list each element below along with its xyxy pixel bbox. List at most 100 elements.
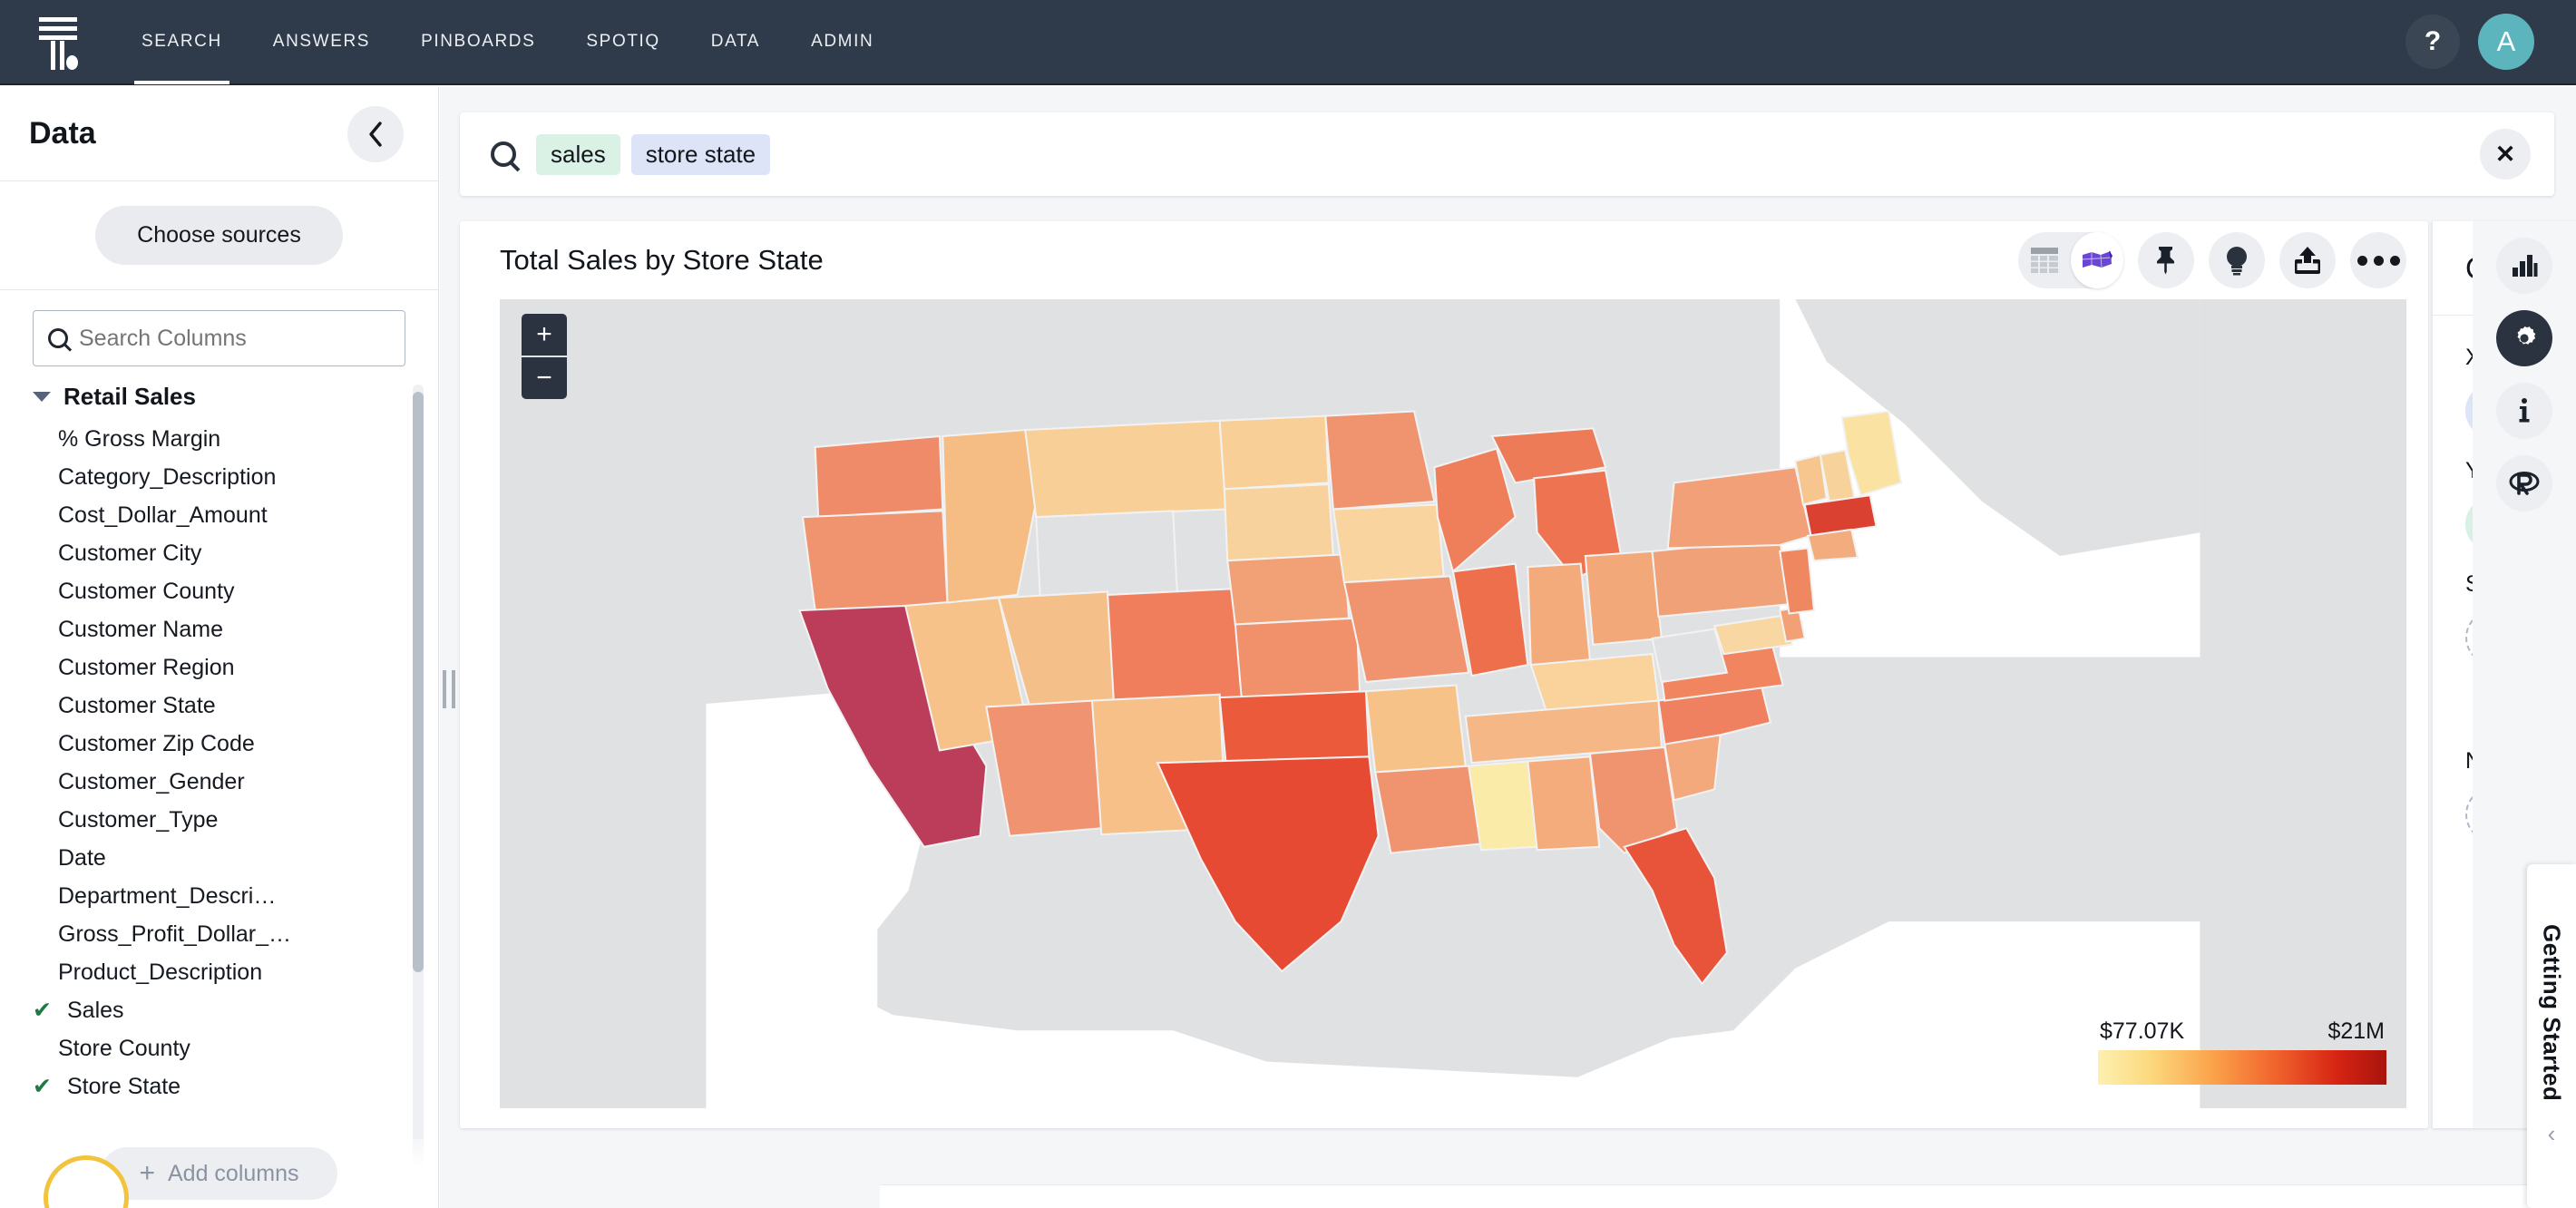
column-item[interactable]: Customer State — [33, 687, 438, 725]
chart-settings-icon[interactable] — [2496, 238, 2552, 294]
app-logo[interactable] — [0, 0, 116, 84]
column-item[interactable]: Date — [33, 839, 438, 877]
data-sidebar: Data Choose sources Retail Sales % Gross… — [0, 87, 439, 1208]
column-item[interactable]: Customer Name — [33, 610, 438, 648]
nav-tab-spotiq[interactable]: SPOTIQ — [561, 0, 685, 84]
nav-right-group: ? A — [2405, 14, 2576, 70]
state-south-dakota — [1225, 484, 1333, 560]
us-states-map-svg — [500, 299, 2406, 1108]
column-item-label: Customer County — [58, 579, 235, 605]
column-item[interactable]: Customer Region — [33, 648, 438, 687]
search-columns-wrapper[interactable] — [33, 310, 405, 366]
state-minnesota — [1325, 412, 1434, 510]
choose-sources-button[interactable]: Choose sources — [95, 206, 343, 265]
column-item[interactable]: Customer County — [33, 572, 438, 610]
nav-tab-label: SEARCH — [141, 32, 222, 52]
clear-search-button[interactable]: ✕ — [2480, 129, 2531, 180]
search-icon — [491, 141, 516, 167]
ellipsis-icon — [2357, 256, 2400, 266]
column-item[interactable]: Customer City — [33, 534, 438, 572]
column-item[interactable]: Cost_Dollar_Amount — [33, 496, 438, 534]
help-icon[interactable]: ? — [2405, 15, 2460, 69]
state-montana — [1025, 421, 1225, 517]
info-icon[interactable] — [2496, 383, 2552, 439]
plus-icon: + — [139, 1160, 155, 1187]
sidebar-resize-handle[interactable] — [439, 662, 459, 716]
column-item[interactable]: Customer_Type — [33, 801, 438, 839]
nav-tab-search[interactable]: SEARCH — [116, 0, 248, 84]
nav-tab-label: SPOTIQ — [586, 32, 659, 52]
state-nebraska — [1227, 554, 1349, 624]
nav-tab-data[interactable]: DATA — [686, 0, 785, 84]
table-view-toggle[interactable] — [2018, 232, 2071, 288]
column-item-label: Customer_Gender — [58, 769, 245, 795]
column-group-header[interactable]: Retail Sales — [33, 377, 438, 420]
state-louisiana — [1375, 766, 1481, 853]
column-item[interactable]: Store County — [33, 1029, 438, 1067]
column-item-label: Category_Description — [58, 464, 276, 491]
nav-tab-admin[interactable]: ADMIN — [785, 0, 899, 84]
add-columns-button[interactable]: + Add columns — [101, 1147, 337, 1200]
column-item[interactable]: ✔Store State — [33, 1067, 438, 1106]
search-columns-input[interactable] — [79, 326, 392, 352]
state-alabama — [1527, 756, 1599, 850]
state-kansas — [1235, 619, 1360, 697]
pin-button[interactable] — [2138, 232, 2194, 288]
collapse-sidebar-button[interactable] — [347, 106, 404, 162]
map-zoom-controls: + − — [522, 314, 567, 399]
column-item[interactable]: Product_Description — [33, 953, 438, 991]
getting-started-tab[interactable]: Getting Started ‹ — [2527, 864, 2576, 1208]
share-button[interactable] — [2279, 232, 2336, 288]
state-arkansas — [1366, 685, 1466, 772]
state-mississippi — [1469, 761, 1537, 850]
columns-list[interactable]: Retail Sales % Gross Margin Category_Desc… — [0, 377, 438, 1208]
visualization-card: Total Sales by Store State — [460, 221, 2428, 1128]
choropleth-map[interactable]: + − — [500, 299, 2406, 1108]
column-item-label: Gross_Profit_Dollar_… — [58, 921, 291, 948]
avatar[interactable]: A — [2478, 14, 2534, 70]
more-options-button[interactable] — [2350, 232, 2406, 288]
view-mode-toggle — [2018, 232, 2123, 288]
column-item[interactable]: Customer Zip Code — [33, 725, 438, 763]
gear-icon[interactable] — [2496, 310, 2552, 366]
search-token-store-state[interactable]: store state — [631, 134, 770, 175]
state-pennsylvania — [1653, 539, 1790, 617]
search-bar[interactable]: sales store state ✕ — [460, 112, 2554, 196]
search-token-sales[interactable]: sales — [536, 134, 620, 175]
visualization-toolbar — [2018, 232, 2406, 288]
thoughtspot-logo-icon — [34, 14, 83, 70]
sidebar-scrollbar-thumb[interactable] — [413, 392, 424, 972]
state-ohio — [1586, 551, 1662, 645]
nav-tab-label: ADMIN — [811, 32, 873, 52]
state-indiana — [1527, 564, 1590, 666]
spotiq-button[interactable] — [2209, 232, 2265, 288]
state-connecticut — [1808, 530, 1858, 560]
column-item-label: Customer State — [58, 693, 216, 719]
column-item-label: Cost_Dollar_Amount — [58, 502, 268, 529]
legend-min-label: $77.07K — [2100, 1018, 2184, 1045]
state-colorado — [1107, 589, 1242, 704]
column-item[interactable]: Department_Descri… — [33, 877, 438, 915]
column-item[interactable]: Category_Description — [33, 458, 438, 496]
nav-tab-pinboards[interactable]: PINBOARDS — [395, 0, 561, 84]
nav-tab-answers[interactable]: ANSWERS — [248, 0, 395, 84]
legend-gradient-bar — [2098, 1050, 2386, 1085]
map-chart-icon — [2081, 248, 2113, 272]
chart-view-toggle[interactable] — [2071, 232, 2123, 288]
r-analytics-icon[interactable] — [2496, 455, 2552, 511]
column-item[interactable]: Customer_Gender — [33, 763, 438, 801]
gear-icon-glyph — [2509, 323, 2540, 354]
column-item[interactable]: ✔Sales — [33, 991, 438, 1029]
state-oregon — [803, 511, 948, 610]
zoom-in-button[interactable]: + — [522, 314, 567, 356]
zoom-out-button[interactable]: − — [522, 357, 567, 399]
column-item[interactable]: % Gross Margin — [33, 420, 438, 458]
column-item[interactable]: Gross_Profit_Dollar_… — [33, 915, 438, 953]
legend-labels: $77.07K $21M — [2098, 1018, 2386, 1045]
state-north-dakota — [1220, 416, 1329, 490]
nav-tabs: SEARCH ANSWERS PINBOARDS SPOTIQ DATA ADM… — [116, 0, 899, 84]
column-item-label: Product_Description — [58, 960, 262, 986]
state-oklahoma — [1220, 691, 1370, 763]
top-navigation-bar: SEARCH ANSWERS PINBOARDS SPOTIQ DATA ADM… — [0, 0, 2576, 85]
column-item-label: Sales — [67, 998, 124, 1024]
